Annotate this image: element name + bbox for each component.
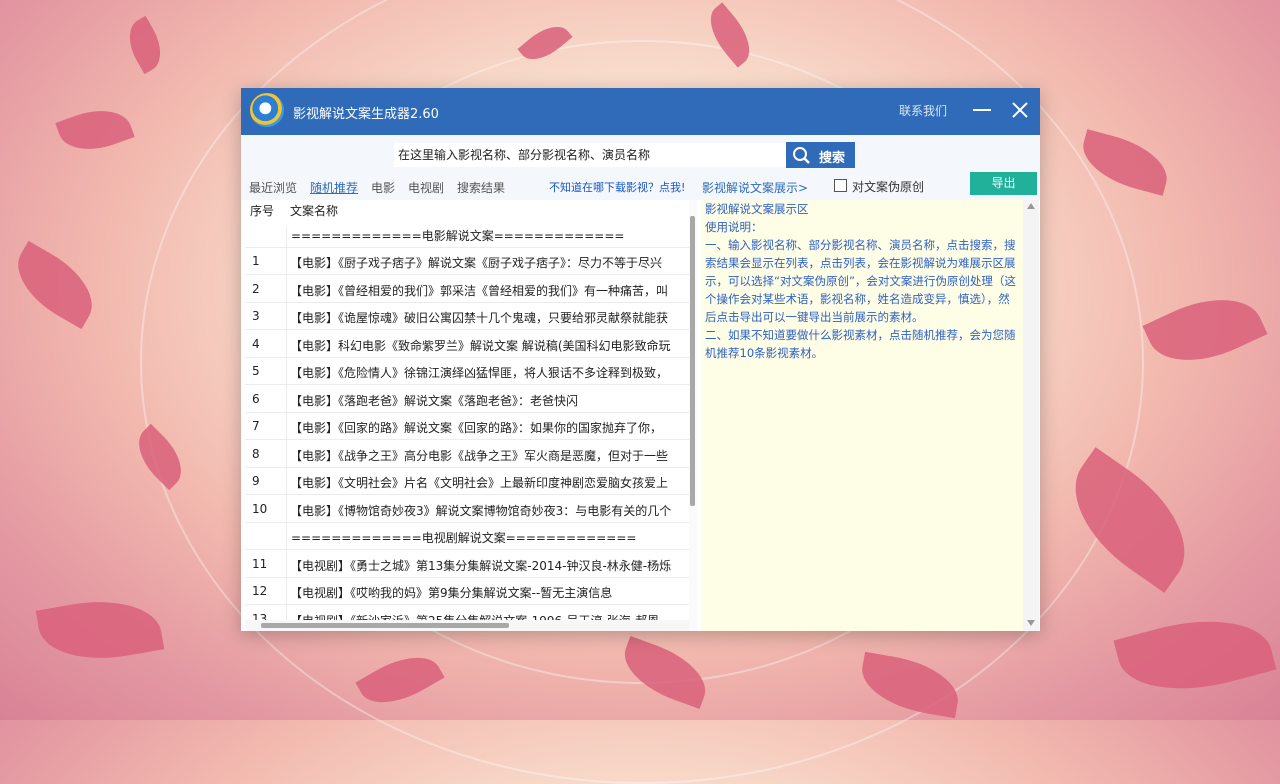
row-text: 【电影】《落跑老爸》解说文案《落跑老爸》：老爸快闪 bbox=[290, 394, 579, 408]
row-number: 4 bbox=[252, 337, 260, 351]
contact-us-link[interactable]: 联系我们 bbox=[899, 102, 947, 119]
row-text: 【电影】《文明社会》片名《文明社会》上最新印度神剧恋爱脑女孩爱上 bbox=[290, 476, 669, 490]
list-separator: =============电影解说文案============= bbox=[245, 221, 689, 249]
download-help-link[interactable]: 不知道在哪下载影视？点我! bbox=[549, 179, 685, 195]
table-row[interactable]: 3 【电影】《诡屋惊魂》破旧公寓囚禁十几个鬼魂，只要给邪灵献祭就能获 bbox=[245, 303, 689, 331]
petal-decoration bbox=[119, 15, 171, 75]
row-number: 12 bbox=[252, 584, 268, 598]
row-number: 3 bbox=[252, 309, 260, 323]
detail-display-area[interactable]: 影视解说文案展示区 使用说明： 一、输入影视名称、部分影视名称、演员名称，点击搜… bbox=[701, 200, 1039, 631]
close-icon[interactable] bbox=[1009, 96, 1031, 124]
tab-movies[interactable]: 电影 bbox=[371, 179, 395, 196]
tab-search-results[interactable]: 搜索结果 bbox=[457, 179, 505, 196]
detail-text: 影视解说文案展示区 使用说明： 一、输入影视名称、部分影视名称、演员名称，点击搜… bbox=[705, 200, 1020, 362]
horizontal-scrollbar-thumb[interactable] bbox=[261, 623, 509, 628]
petal-decoration bbox=[1142, 279, 1268, 381]
display-area-link[interactable]: 影视解说文案展示> bbox=[702, 179, 808, 196]
vertical-scrollbar-thumb[interactable] bbox=[690, 216, 695, 506]
scroll-down-icon[interactable] bbox=[1027, 620, 1035, 626]
row-number: 2 bbox=[252, 282, 260, 296]
search-icon bbox=[792, 146, 812, 168]
column-header-no: 序号 bbox=[250, 204, 275, 218]
detail-instruction-1: 一、输入影视名称、部分影视名称、演员名称，点击搜索，搜索结果会显示在列表，点击列… bbox=[705, 238, 1016, 324]
tab-recent[interactable]: 最近浏览 bbox=[249, 179, 297, 196]
list-separator: =============电视剧解说文案============= bbox=[245, 523, 689, 551]
table-row[interactable]: 11 【电视剧】《勇士之城》第13集分集解说文案-2014-钟汉良-林永健-杨烁 bbox=[245, 551, 689, 579]
search-input[interactable] bbox=[394, 143, 787, 167]
detail-heading: 影视解说文案展示区 bbox=[705, 202, 809, 216]
row-number: 8 bbox=[252, 447, 260, 461]
petal-decoration bbox=[35, 590, 165, 670]
pseudo-original-checkbox[interactable] bbox=[834, 179, 847, 192]
petal-decoration bbox=[3, 240, 107, 330]
script-list: 序号 文案名称 =============电影解说文案=============… bbox=[245, 200, 697, 631]
row-text: 【电视剧】《勇士之城》第13集分集解说文案-2014-钟汉良-林永健-杨烁 bbox=[290, 559, 672, 573]
scroll-up-icon[interactable] bbox=[1027, 203, 1035, 209]
row-number: 5 bbox=[252, 364, 260, 378]
detail-usage-title: 使用说明： bbox=[705, 220, 763, 234]
detail-instruction-2: 二、如果不知道要做什么影视素材，点击随机推荐，会为您随机推荐10条影视素材。 bbox=[705, 328, 1016, 360]
row-text: =============电视剧解说文案============= bbox=[291, 531, 637, 545]
row-text: 【电影】《曾经相爱的我们》郭采洁《曾经相爱的我们》有一种痛苦，叫 bbox=[290, 284, 669, 298]
table-row[interactable]: 7 【电影】《回家的路》解说文案《回家的路》：如果你的国家抛弃了你， bbox=[245, 413, 689, 441]
row-number: 7 bbox=[252, 419, 260, 433]
table-row[interactable]: 9 【电影】《文明社会》片名《文明社会》上最新印度神剧恋爱脑女孩爱上 bbox=[245, 468, 689, 496]
app-window: 影视解说文案生成器2.60 联系我们 搜索 最近浏览 随机推荐 电影 电视 bbox=[241, 88, 1040, 631]
app-logo bbox=[250, 93, 284, 127]
petal-decoration bbox=[55, 99, 135, 161]
table-row[interactable]: 6 【电影】《落跑老爸》解说文案《落跑老爸》：老爸快闪 bbox=[245, 386, 689, 414]
tab-tv-series[interactable]: 电视剧 bbox=[408, 179, 444, 196]
row-number: 9 bbox=[252, 474, 260, 488]
petal-decoration bbox=[1113, 601, 1277, 709]
table-row[interactable]: 1 【电影】《厨子戏子痞子》解说文案《厨子戏子痞子》：尽力不等于尽兴 bbox=[245, 248, 689, 276]
row-text: =============电影解说文案============= bbox=[291, 229, 625, 243]
row-text: 【电影】科幻电影《致命紫罗兰》解说文案 解说稿(美国科幻电影致命玩 bbox=[290, 339, 671, 353]
row-number: 11 bbox=[252, 557, 268, 571]
horizontal-scrollbar[interactable] bbox=[245, 620, 689, 631]
vertical-scrollbar[interactable] bbox=[689, 200, 697, 631]
row-number: 1 bbox=[252, 254, 260, 268]
row-number: 6 bbox=[252, 392, 260, 406]
pseudo-original-label: 对文案伪原创 bbox=[852, 180, 925, 194]
row-number: 10 bbox=[252, 502, 268, 516]
table-row[interactable]: 5 【电影】《危险情人》徐锦江演绎凶猛悍匪，将人狠话不多诠释到极致， bbox=[245, 358, 689, 386]
row-text: 【电影】《战争之王》高分电影《战争之王》军火商是恶魔，但对于一些 bbox=[290, 449, 669, 463]
app-title: 影视解说文案生成器2.60 bbox=[293, 107, 439, 122]
row-text: 【电影】《危险情人》徐锦江演绎凶猛悍匪，将人狠话不多诠释到极致， bbox=[290, 366, 669, 380]
table-row[interactable]: 12 【电视剧】《哎哟我的妈》第9集分集解说文案--暂无主演信息 bbox=[245, 578, 689, 606]
table-row[interactable]: 10 【电影】《博物馆奇妙夜3》解说文案博物馆奇妙夜3：与电影有关的几个 bbox=[245, 496, 689, 524]
search-button[interactable]: 搜索 bbox=[786, 142, 855, 168]
detail-scrollbar[interactable] bbox=[1023, 200, 1039, 631]
table-row[interactable]: 4 【电影】科幻电影《致命紫罗兰》解说文案 解说稿(美国科幻电影致命玩 bbox=[245, 331, 689, 359]
row-text: 【电视剧】《哎哟我的妈》第9集分集解说文案--暂无主演信息 bbox=[290, 586, 613, 600]
search-button-label: 搜索 bbox=[819, 151, 846, 166]
row-text: 【电影】《回家的路》解说文案《回家的路》：如果你的国家抛弃了你， bbox=[290, 421, 663, 435]
toolbar: 搜索 最近浏览 随机推荐 电影 电视剧 搜索结果 不知道在哪下载影视？点我! 影… bbox=[241, 135, 1040, 200]
minimize-icon[interactable] bbox=[973, 96, 991, 124]
table-row[interactable]: 2 【电影】《曾经相爱的我们》郭采洁《曾经相爱的我们》有一种痛苦，叫 bbox=[245, 276, 689, 304]
row-text: 【电影】《厨子戏子痞子》解说文案《厨子戏子痞子》：尽力不等于尽兴 bbox=[290, 256, 663, 270]
row-text: 【电影】《诡屋惊魂》破旧公寓囚禁十几个鬼魂，只要给邪灵献祭就能获 bbox=[290, 311, 669, 325]
export-button[interactable]: 导出 bbox=[970, 172, 1037, 195]
column-header-name: 文案名称 bbox=[290, 204, 339, 218]
title-bar: 影视解说文案生成器2.60 联系我们 bbox=[241, 88, 1040, 135]
tab-random-recommend[interactable]: 随机推荐 bbox=[310, 179, 358, 196]
table-row[interactable]: 8 【电影】《战争之王》高分电影《战争之王》军火商是恶魔，但对于一些 bbox=[245, 441, 689, 469]
row-text: 【电影】《博物馆奇妙夜3》解说文案博物馆奇妙夜3：与电影有关的几个 bbox=[290, 504, 672, 518]
